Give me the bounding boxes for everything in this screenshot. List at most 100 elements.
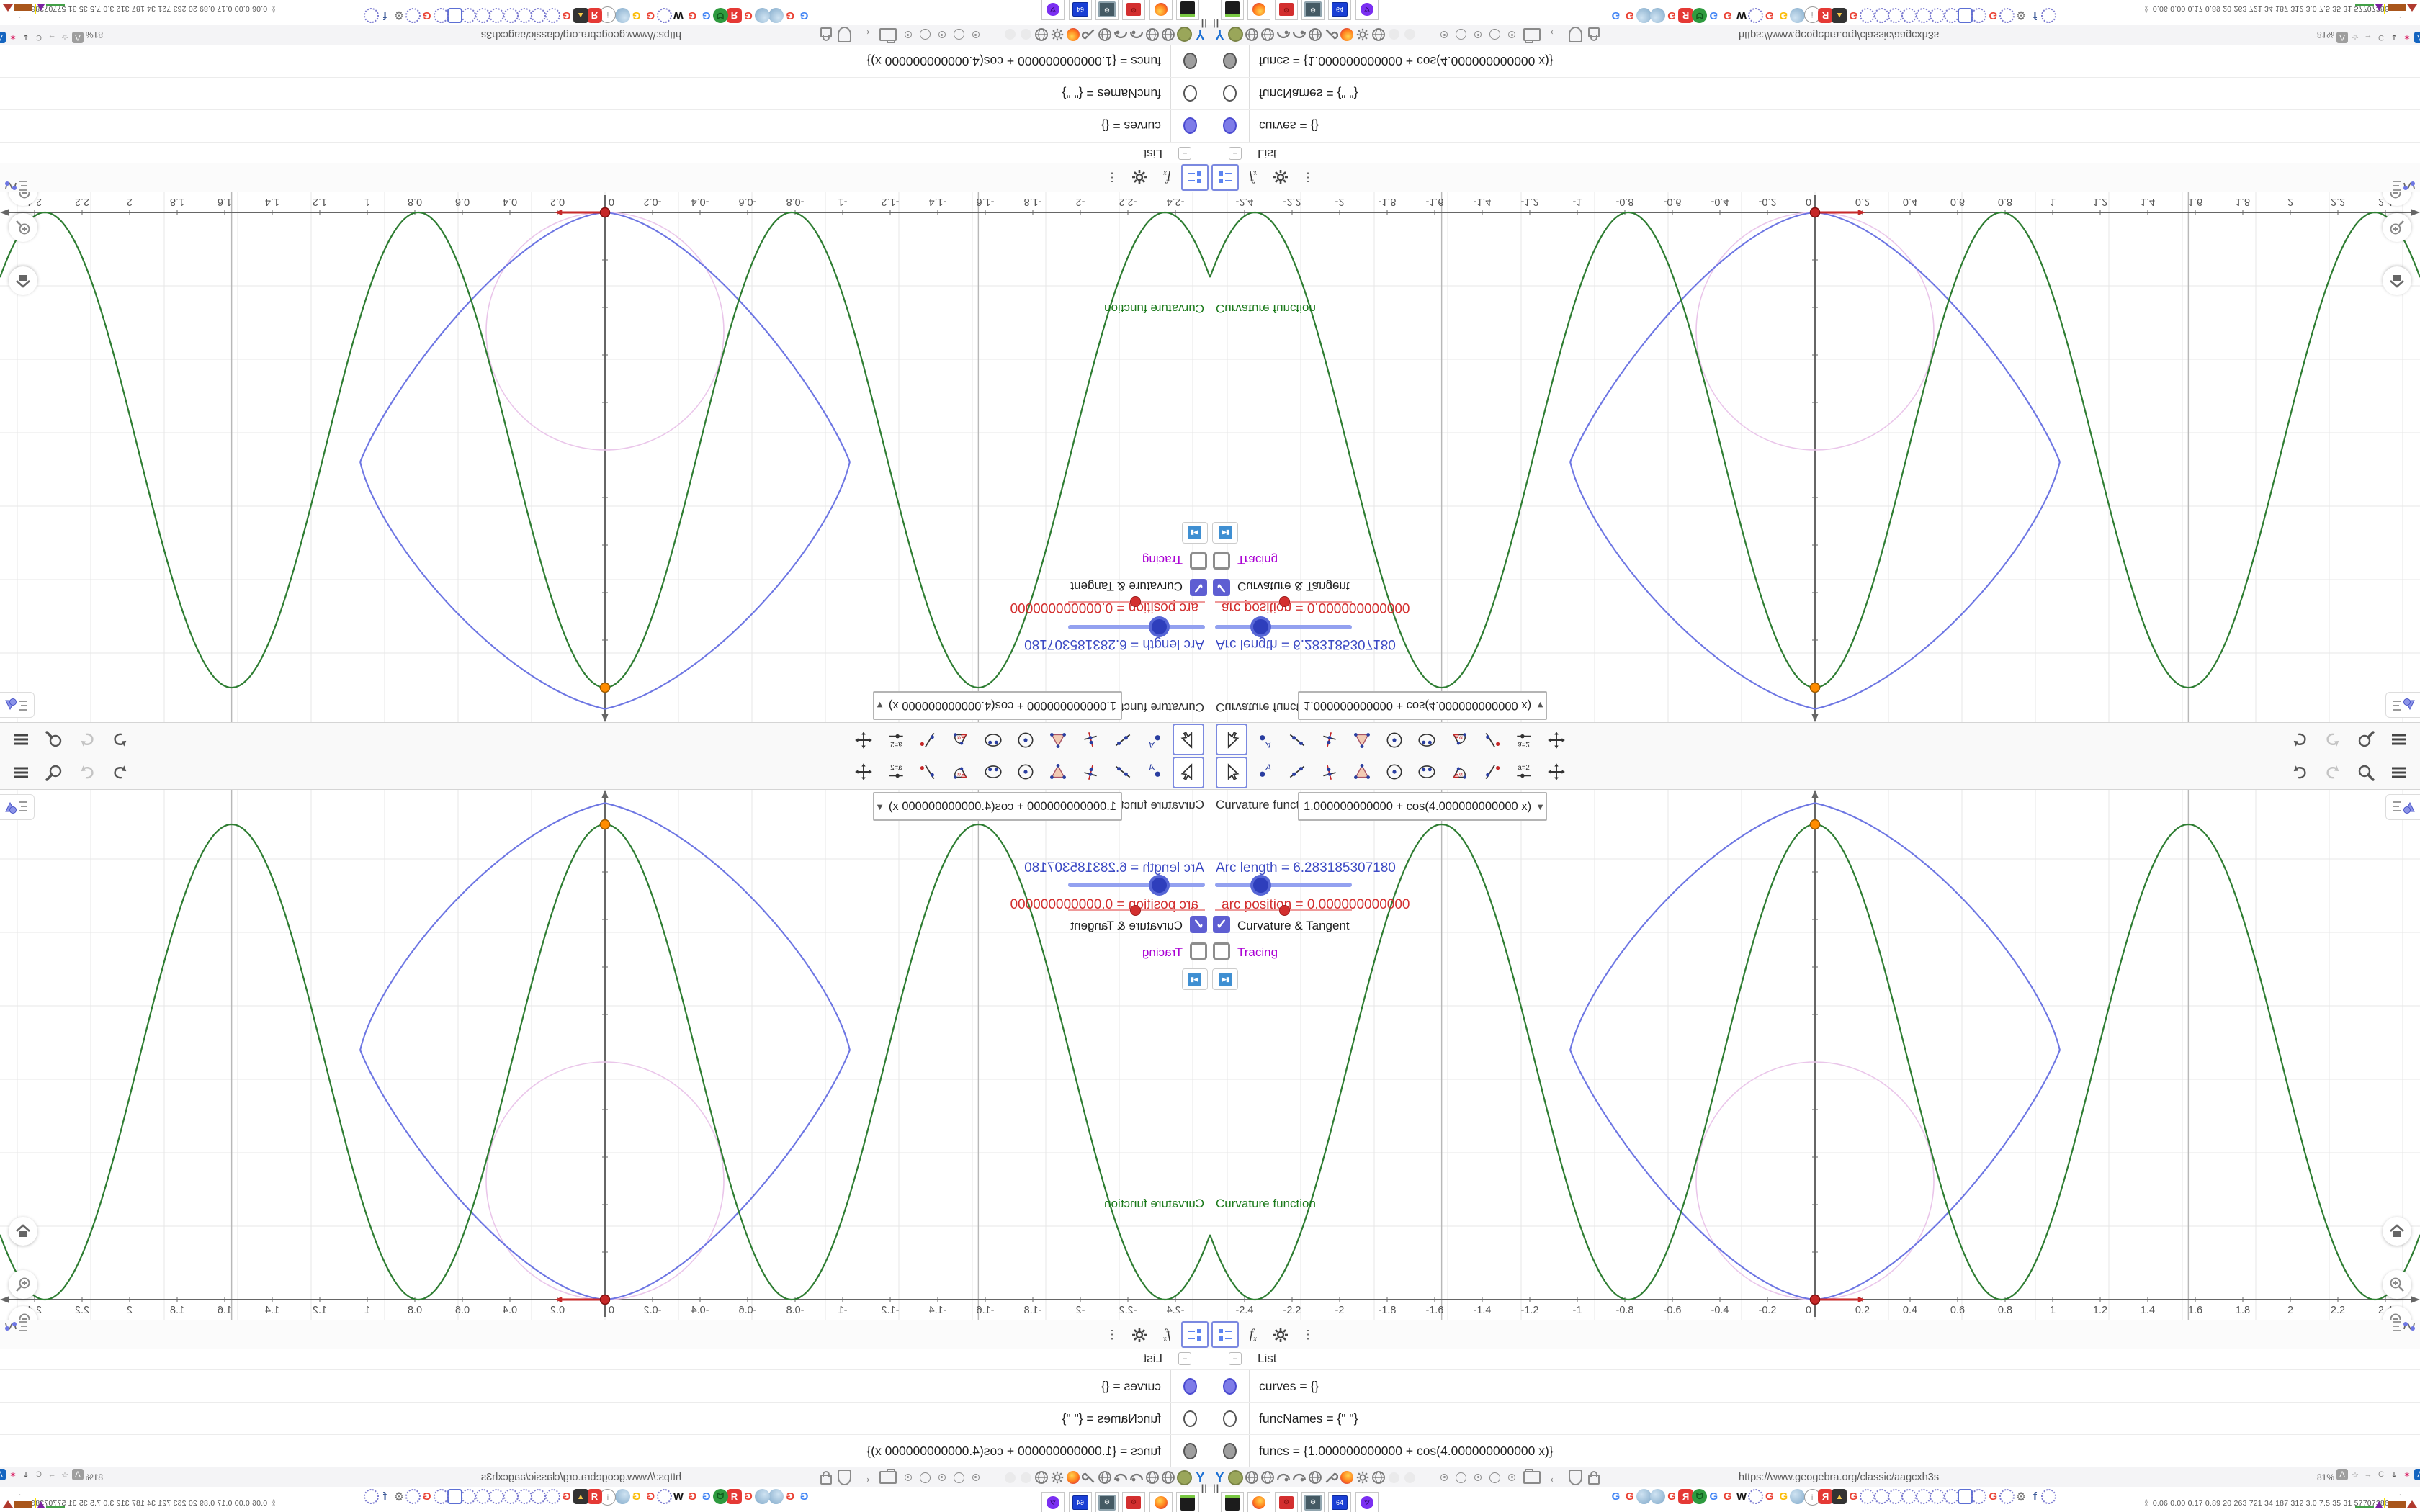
- shield-icon[interactable]: [1567, 1470, 1585, 1485]
- bookmark-favicon[interactable]: [1915, 1489, 1931, 1504]
- tab-dot-icon[interactable]: [920, 29, 931, 40]
- bookmark-favicon[interactable]: Я: [727, 8, 742, 23]
- fx-button[interactable]: fx: [1240, 165, 1266, 190]
- bookmark-favicon[interactable]: ▲: [1832, 1489, 1847, 1504]
- arc-position-slider-handle[interactable]: [1279, 905, 1290, 916]
- home-button[interactable]: [9, 1217, 37, 1246]
- globe-icon[interactable]: [1098, 27, 1113, 42]
- settings-gear-icon[interactable]: [1268, 1322, 1294, 1347]
- graphics-stylebar-button[interactable]: [2385, 692, 2420, 718]
- bookmark-favicon[interactable]: [1930, 1489, 1945, 1504]
- home-button[interactable]: [2383, 1217, 2411, 1246]
- algebra-sort-button[interactable]: [1211, 164, 1239, 191]
- bookmark-favicon[interactable]: Я: [1818, 8, 1833, 23]
- shield-icon[interactable]: [1567, 27, 1585, 42]
- tab-dot-icon[interactable]: [1456, 29, 1466, 40]
- curvature-function-curve[interactable]: [0, 211, 1210, 689]
- bookmark-favicon[interactable]: G: [643, 8, 658, 23]
- shield-icon[interactable]: [835, 1470, 853, 1485]
- bookmark-favicon[interactable]: ▲: [573, 8, 588, 23]
- redo-icon[interactable]: [2322, 729, 2344, 750]
- redo-icon[interactable]: [2322, 762, 2344, 783]
- algebra-sort-button[interactable]: [1181, 164, 1209, 191]
- globe-icon[interactable]: [1145, 1470, 1160, 1485]
- extension-icon[interactable]: A: [2414, 1469, 2420, 1480]
- bookmark-favicon[interactable]: [1650, 1489, 1666, 1504]
- bookmark-favicon[interactable]: [1958, 1489, 1973, 1504]
- bookmark-favicon[interactable]: G: [1776, 1489, 1791, 1504]
- bookmark-favicon[interactable]: [1873, 8, 1889, 23]
- globe-icon[interactable]: [1098, 1470, 1113, 1485]
- graphics-stylebar-button[interactable]: [0, 692, 35, 718]
- gear-icon[interactable]: [1050, 1470, 1065, 1485]
- desktop-icon-avatar-purple[interactable]: ツ: [1355, 1492, 1379, 1512]
- bookmark-favicon[interactable]: [1930, 8, 1945, 23]
- ghost-icon[interactable]: [1402, 27, 1417, 42]
- bookmark-favicon[interactable]: G: [1608, 8, 1623, 23]
- extension-icon[interactable]: C: [2375, 1469, 2387, 1480]
- ghost-icon[interactable]: [1018, 27, 1034, 42]
- desktop-icon-floppy-64[interactable]: 64: [1069, 1492, 1092, 1512]
- kebab-menu-icon[interactable]: ⋮: [1099, 165, 1125, 190]
- bookmark-favicon[interactable]: [544, 8, 560, 23]
- bookmark-favicon[interactable]: [1636, 8, 1652, 23]
- bookmark-favicon[interactable]: Я: [587, 1489, 602, 1504]
- extension-icon[interactable]: A: [0, 1469, 6, 1480]
- search-icon[interactable]: [2355, 762, 2377, 783]
- desktop-icon-display[interactable]: ⚙: [1095, 1492, 1119, 1512]
- globe-icon[interactable]: [1161, 27, 1176, 42]
- tool-circle[interactable]: [1010, 725, 1041, 755]
- tab-dot-icon[interactable]: [1489, 29, 1500, 40]
- bookmark-favicon[interactable]: ⚙: [391, 1489, 406, 1504]
- curve-top-point[interactable]: [599, 682, 611, 693]
- shield-icon[interactable]: [835, 27, 853, 42]
- bookmark-favicon[interactable]: [544, 1489, 560, 1504]
- bookmark-favicon[interactable]: [1888, 8, 1903, 23]
- tool-ellipse[interactable]: [978, 725, 1008, 755]
- arc-length-slider[interactable]: [1068, 883, 1205, 887]
- tool-select[interactable]: [1173, 724, 1204, 755]
- tool-circle[interactable]: [1379, 757, 1410, 787]
- bookmark-favicon[interactable]: [1901, 8, 1917, 23]
- bookmark-favicon[interactable]: G: [1622, 8, 1637, 23]
- desktop-icon-avatar-purple[interactable]: ツ: [1355, 0, 1379, 20]
- arc-length-slider[interactable]: [1068, 625, 1205, 629]
- tool-perpendicular[interactable]: [1075, 725, 1106, 755]
- desktop-icon-display[interactable]: ⚙: [1095, 0, 1119, 20]
- bookmark-favicon[interactable]: ▲: [1832, 8, 1847, 23]
- extension-icon[interactable]: ✶: [2401, 1469, 2413, 1480]
- algebra-row[interactable]: curves = {}: [0, 109, 1210, 143]
- bookmark-favicon[interactable]: G: [685, 8, 700, 23]
- wrench-icon[interactable]: [1082, 27, 1097, 42]
- tool-angle[interactable]: α: [946, 757, 976, 787]
- bookmark-favicon[interactable]: [1915, 8, 1931, 23]
- plot-stylebar-icon[interactable]: [2390, 1316, 2419, 1336]
- algebra-row[interactable]: funcs = {1.000000000000 + cos(4.00000000…: [0, 1434, 1210, 1467]
- lock-icon[interactable]: [1585, 1470, 1603, 1485]
- bookmark-favicon[interactable]: G: [1720, 8, 1735, 23]
- arc-length-slider[interactable]: [1215, 883, 1352, 887]
- bookmark-favicon[interactable]: G: [1622, 1489, 1637, 1504]
- algebra-row[interactable]: funcNames = {" "}: [1210, 77, 2420, 110]
- tool-point[interactable]: A: [1250, 757, 1280, 787]
- bookmark-favicon[interactable]: Я: [727, 1489, 742, 1504]
- bookmark-favicon[interactable]: G: [1664, 8, 1680, 23]
- bookmark-favicon[interactable]: G: [643, 1489, 658, 1504]
- bookmark-favicon[interactable]: [1901, 1489, 1917, 1504]
- tool-line[interactable]: [1108, 757, 1138, 787]
- curvature-function-input[interactable]: 1.000000000000 + cos(4.000000000000 x) ▼: [873, 792, 1122, 821]
- tool-select[interactable]: [1216, 757, 1247, 788]
- plot-stylebar-icon[interactable]: [1, 1316, 30, 1336]
- bookmark-favicon[interactable]: [1888, 1489, 1903, 1504]
- desktop-icon-terminal[interactable]: [1176, 1492, 1199, 1512]
- folder-icon[interactable]: [877, 27, 900, 42]
- tool-line[interactable]: [1282, 757, 1312, 787]
- list-header-row[interactable]: − List: [0, 1348, 1210, 1369]
- globe-icon[interactable]: [1307, 1470, 1322, 1485]
- globe-icon[interactable]: [1260, 1470, 1275, 1485]
- bookmark-favicon[interactable]: [475, 1489, 490, 1504]
- algebra-row[interactable]: funcs = {1.000000000000 + cos(4.00000000…: [0, 45, 1210, 78]
- extension-icon[interactable]: C: [33, 32, 45, 43]
- extension-icon[interactable]: ↧: [2388, 1469, 2400, 1480]
- visibility-toggle[interactable]: [1183, 1443, 1197, 1459]
